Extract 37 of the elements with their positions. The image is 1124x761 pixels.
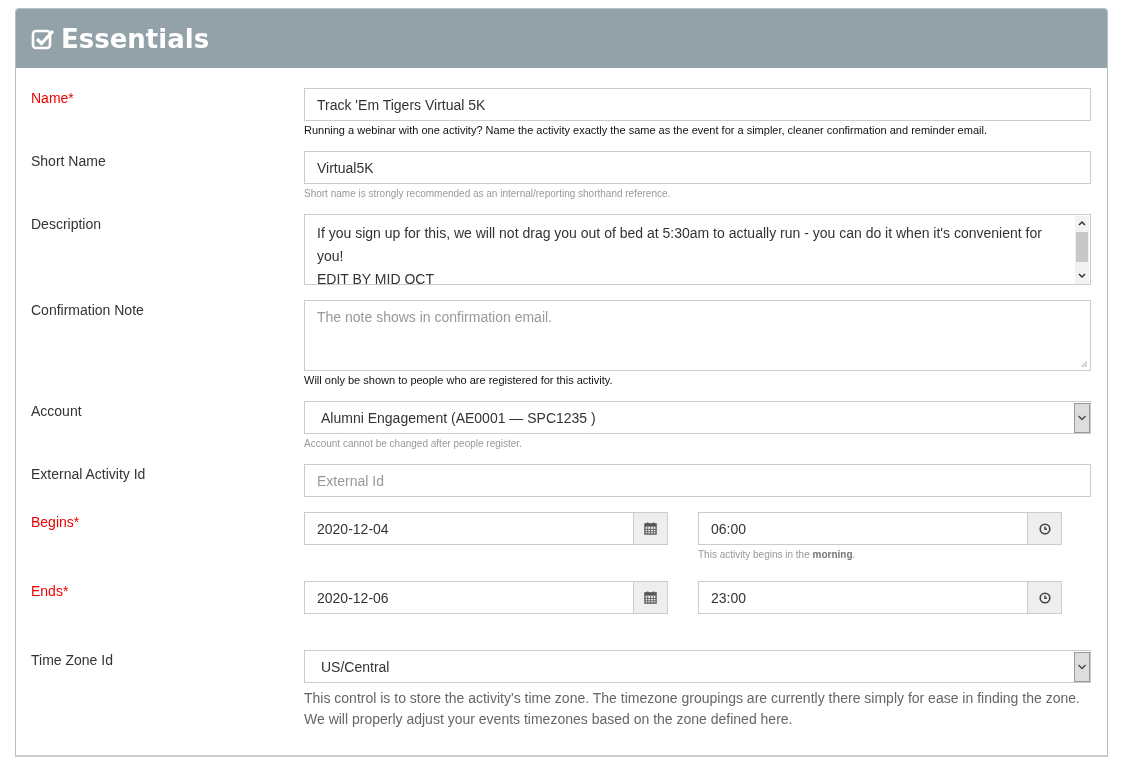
time-field[interactable]: 06:00 [698,512,1028,545]
scrollbar[interactable] [1075,216,1089,284]
clock-icon [1038,591,1051,604]
field-label: Confirmation Note [31,301,144,318]
calendar-button[interactable] [634,512,668,545]
dropdown[interactable]: US/Central [304,650,1091,683]
help-text: Will only be shown to people who are registered for this activity. [304,374,613,386]
help-text: Running a webinar with one activity? Name the activity exactly the same as the event for a simpler, cleaner confirmation and reminder email. [304,124,987,136]
field-label: Time Zone Id [31,651,113,668]
help-text: This control is to store the activity's time zone. The timezone groupings are currently there simply for ease in finding the zone. We will properly adjust your events timezones based on the zone defined here. [304,689,1081,729]
field-label: Ends* [31,582,69,599]
field-label: Begins* [31,513,80,530]
caret-icon[interactable] [1074,651,1090,682]
help-text: This activity begins in the morning. [698,549,856,560]
date-field[interactable]: 2020-12-06 [304,581,634,614]
help-text: Account cannot be changed after people register. [304,438,522,449]
clock-button[interactable] [1028,581,1062,614]
text-field[interactable]: Virtual5K [304,151,1091,184]
calendar-icon [644,522,657,535]
time-field[interactable]: 23:00 [698,581,1028,614]
clock-button[interactable] [1028,512,1062,545]
panel-title: Essentials [61,23,210,54]
resize-grip-icon[interactable] [1081,361,1087,367]
field-label: External Activity Id [31,465,146,482]
text-area[interactable]: If you sign up for this, we will not drag you out of bed at 5:30am to actually run - you can do it when it's convenient for you! EDIT BY MID OCT [304,214,1091,285]
help-text: Short name is strongly recommended as an internal/reporting shorthand reference. [304,188,671,199]
field-label: Description [31,215,102,232]
field-label: Short Name [31,152,106,169]
calendar-button[interactable] [634,581,668,614]
date-field[interactable]: 2020-12-04 [304,512,634,545]
text-field[interactable]: Track 'Em Tigers Virtual 5K [304,88,1091,121]
caret-icon[interactable] [1074,402,1090,433]
field-label: Name* [31,89,74,106]
calendar-icon [644,591,657,604]
dropdown[interactable]: Alumni Engagement (AE0001 — SPC1235 ) [304,401,1091,434]
clock-icon [1038,522,1051,535]
field-label: Account [31,402,82,419]
